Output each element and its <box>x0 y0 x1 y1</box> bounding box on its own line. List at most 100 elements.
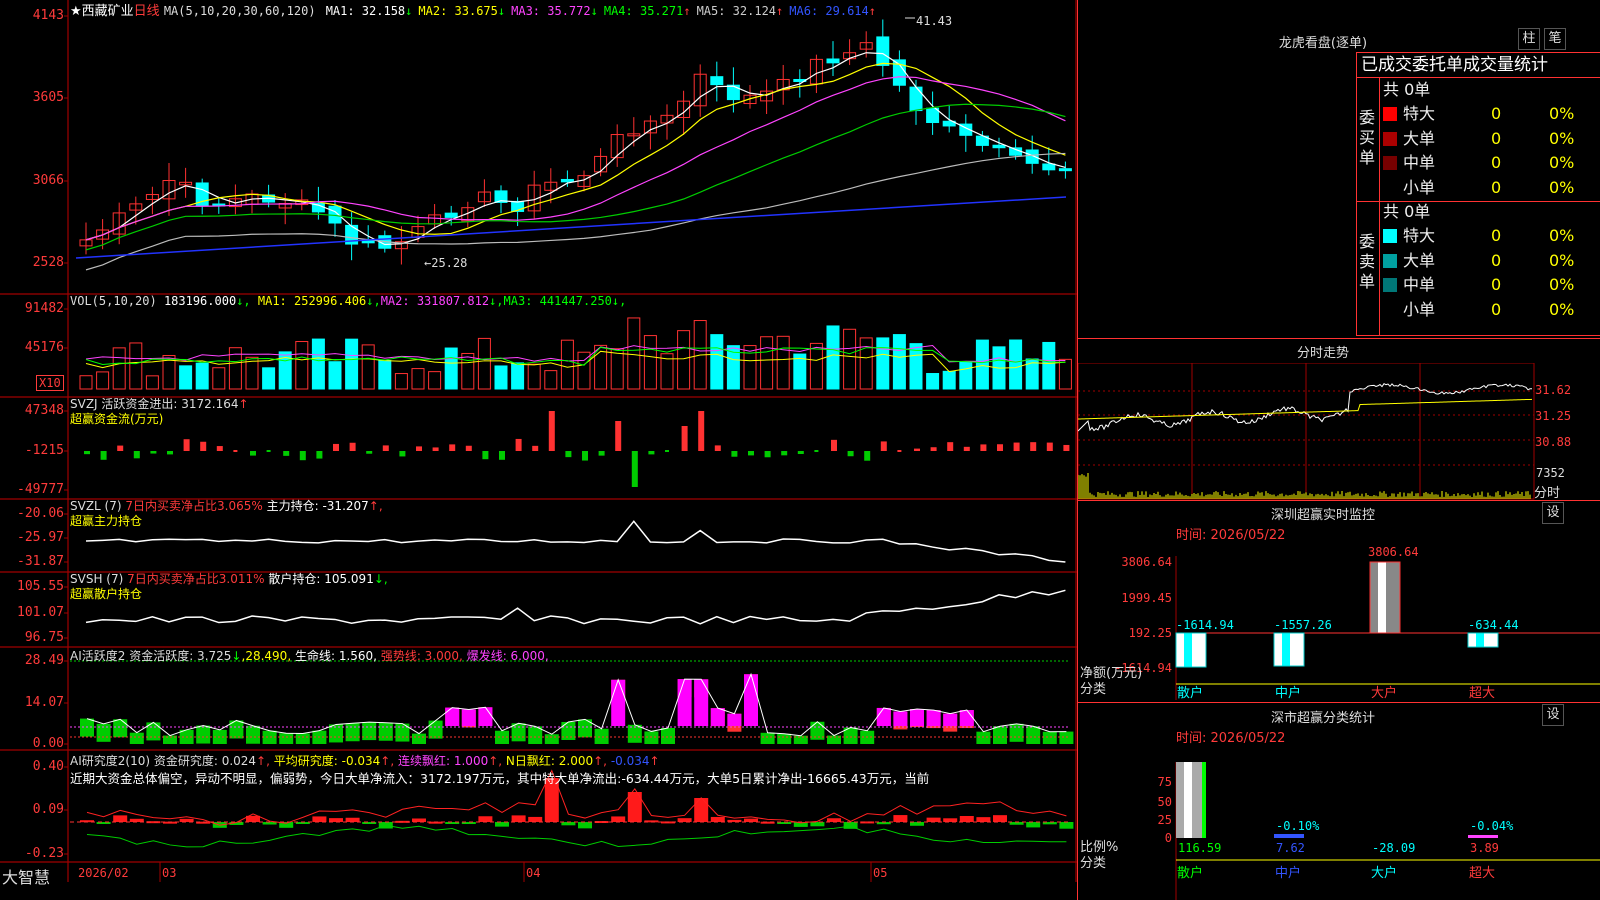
order-row-label: 小单 <box>1403 299 1436 319</box>
monitor-chart[interactable]: 3806.641999.45192.25-1614.94-1614.94 -155… <box>1078 540 1600 702</box>
svzj-bar <box>665 450 669 452</box>
svzj-bar <box>963 446 970 451</box>
svzj-bar <box>200 441 207 451</box>
volume-title: VOL(5,10,20) <box>70 294 157 308</box>
ai-bar-base <box>993 726 1007 744</box>
monitor-bar-hl <box>1476 633 1484 647</box>
research-bar <box>810 822 825 827</box>
stat-category: 超大 <box>1469 866 1495 881</box>
volume-bar <box>876 337 890 390</box>
volume-bar <box>311 338 325 390</box>
svzj-bar <box>465 445 472 451</box>
volume-bar <box>1042 341 1056 390</box>
stat-y-label: 0 <box>1165 831 1172 845</box>
date-axis-start: 2026/02 <box>78 866 129 880</box>
monitor-settings-button[interactable]: 设 <box>1542 502 1564 524</box>
stock-name: 西藏矿业 <box>81 4 134 19</box>
order-row-pct: 0% <box>1549 299 1575 319</box>
research-bar <box>611 816 626 822</box>
research-bar <box>113 815 128 822</box>
svzj-bar <box>416 446 422 451</box>
svzj-bar <box>283 451 290 456</box>
order-row-pct: 0% <box>1549 275 1575 294</box>
svzj-bar <box>1046 442 1053 451</box>
stat-bar-edge <box>1202 762 1206 838</box>
volume-bar <box>262 367 276 390</box>
research-bar <box>694 798 709 822</box>
ai-bar-base <box>196 725 211 744</box>
svzl-subtitle: 超赢主力持仓 <box>70 514 143 528</box>
ma-arrow: ↑ <box>776 4 784 18</box>
period-label[interactable]: 日线 <box>134 4 160 19</box>
ma-value-2: MA2: 33.675 <box>418 4 498 18</box>
volume-bar <box>511 362 525 390</box>
monitor-bar-hl <box>1378 562 1386 633</box>
ma-values: MA1: 32.158↓ MA2: 33.675↓ MA3: 35.772↓ MA4:… <box>320 4 876 18</box>
volume-bar <box>743 345 757 390</box>
candle <box>444 212 458 218</box>
svzj-bar <box>914 448 920 451</box>
candle <box>560 178 574 183</box>
intraday-y-label: 30.88 <box>1535 435 1572 449</box>
volume-bar <box>809 342 823 390</box>
svzj-bar <box>449 444 456 451</box>
order-row-pct: 0% <box>1549 153 1575 172</box>
stat-settings-button[interactable]: 设 <box>1542 704 1564 726</box>
volume-bar <box>394 373 408 390</box>
candle <box>909 86 923 112</box>
bar-view-button[interactable]: 柱 <box>1518 28 1540 50</box>
research-bar <box>511 815 526 822</box>
volume-unit[interactable]: X10 <box>36 375 64 391</box>
svzj-bar <box>1030 442 1037 451</box>
candle <box>1058 168 1072 172</box>
svzj-bar <box>266 450 271 452</box>
candle <box>826 58 840 64</box>
stat-y-label: 25 <box>1158 813 1172 827</box>
svzj-y-label: 47348 <box>24 403 64 418</box>
research-bar <box>312 816 327 822</box>
candle <box>876 36 890 66</box>
chart-canvas[interactable] <box>0 0 1077 882</box>
order-row-count: 0 <box>1491 250 1502 270</box>
main-chart-area[interactable]: ★西藏矿业日线 MA(5,10,20,30,60,120) MA1: 32.15… <box>0 0 1077 887</box>
stat-chart[interactable]: 75 50 25 0 116.59 7.62 -28.09 3.89 -0.10% -0.04% 散… <box>1078 742 1600 900</box>
research-bar <box>893 815 908 822</box>
ai-bar-top <box>445 707 460 726</box>
pen-view-button[interactable]: 笔 <box>1544 28 1566 50</box>
ai-bar-top <box>710 708 725 726</box>
svzj-bar <box>831 439 837 451</box>
ai-bar-base <box>246 725 260 744</box>
intraday-chart[interactable] <box>1078 363 1600 500</box>
svzj-bar <box>499 451 505 460</box>
svzj-bar <box>930 447 937 451</box>
date-tick: 04 <box>526 866 541 880</box>
svzj-bar <box>880 441 887 451</box>
svsh-y-label: 101.07 <box>17 605 64 620</box>
svzj-bar <box>565 451 572 458</box>
svsh-subtitle: 超赢散户持仓 <box>70 587 143 601</box>
color-swatch <box>1383 181 1397 195</box>
research-bar <box>926 817 941 822</box>
order-row-3: 中单 0 0% <box>1383 151 1599 175</box>
ma-arrow: ↓ <box>590 4 598 18</box>
order-row-label: 特大 <box>1403 104 1436 123</box>
monitor-value: -1614.94 <box>1176 618 1234 632</box>
research-bar <box>943 818 958 822</box>
volume-bar <box>926 373 940 390</box>
color-swatch <box>1383 156 1397 170</box>
svzj-bar <box>250 451 256 456</box>
star-icon[interactable]: ★ <box>70 4 82 19</box>
svzj-bar <box>100 451 107 460</box>
tab-filled-orders[interactable]: 已成交委托单成交量统计 <box>1356 52 1600 78</box>
svzj-bar <box>482 451 489 460</box>
svzj-bar <box>299 451 306 461</box>
research-bar <box>1059 822 1074 829</box>
volume-bar <box>328 361 342 390</box>
buy-total: 共 0单 <box>1383 80 1431 99</box>
ma-value-3: MA3: 35.772 <box>511 4 591 18</box>
ma-arrow: ↑ <box>683 4 691 18</box>
stat-category: 大户 <box>1371 865 1397 881</box>
candle <box>710 76 724 86</box>
ai-bar-top <box>876 707 891 726</box>
volume-bar <box>79 375 93 390</box>
